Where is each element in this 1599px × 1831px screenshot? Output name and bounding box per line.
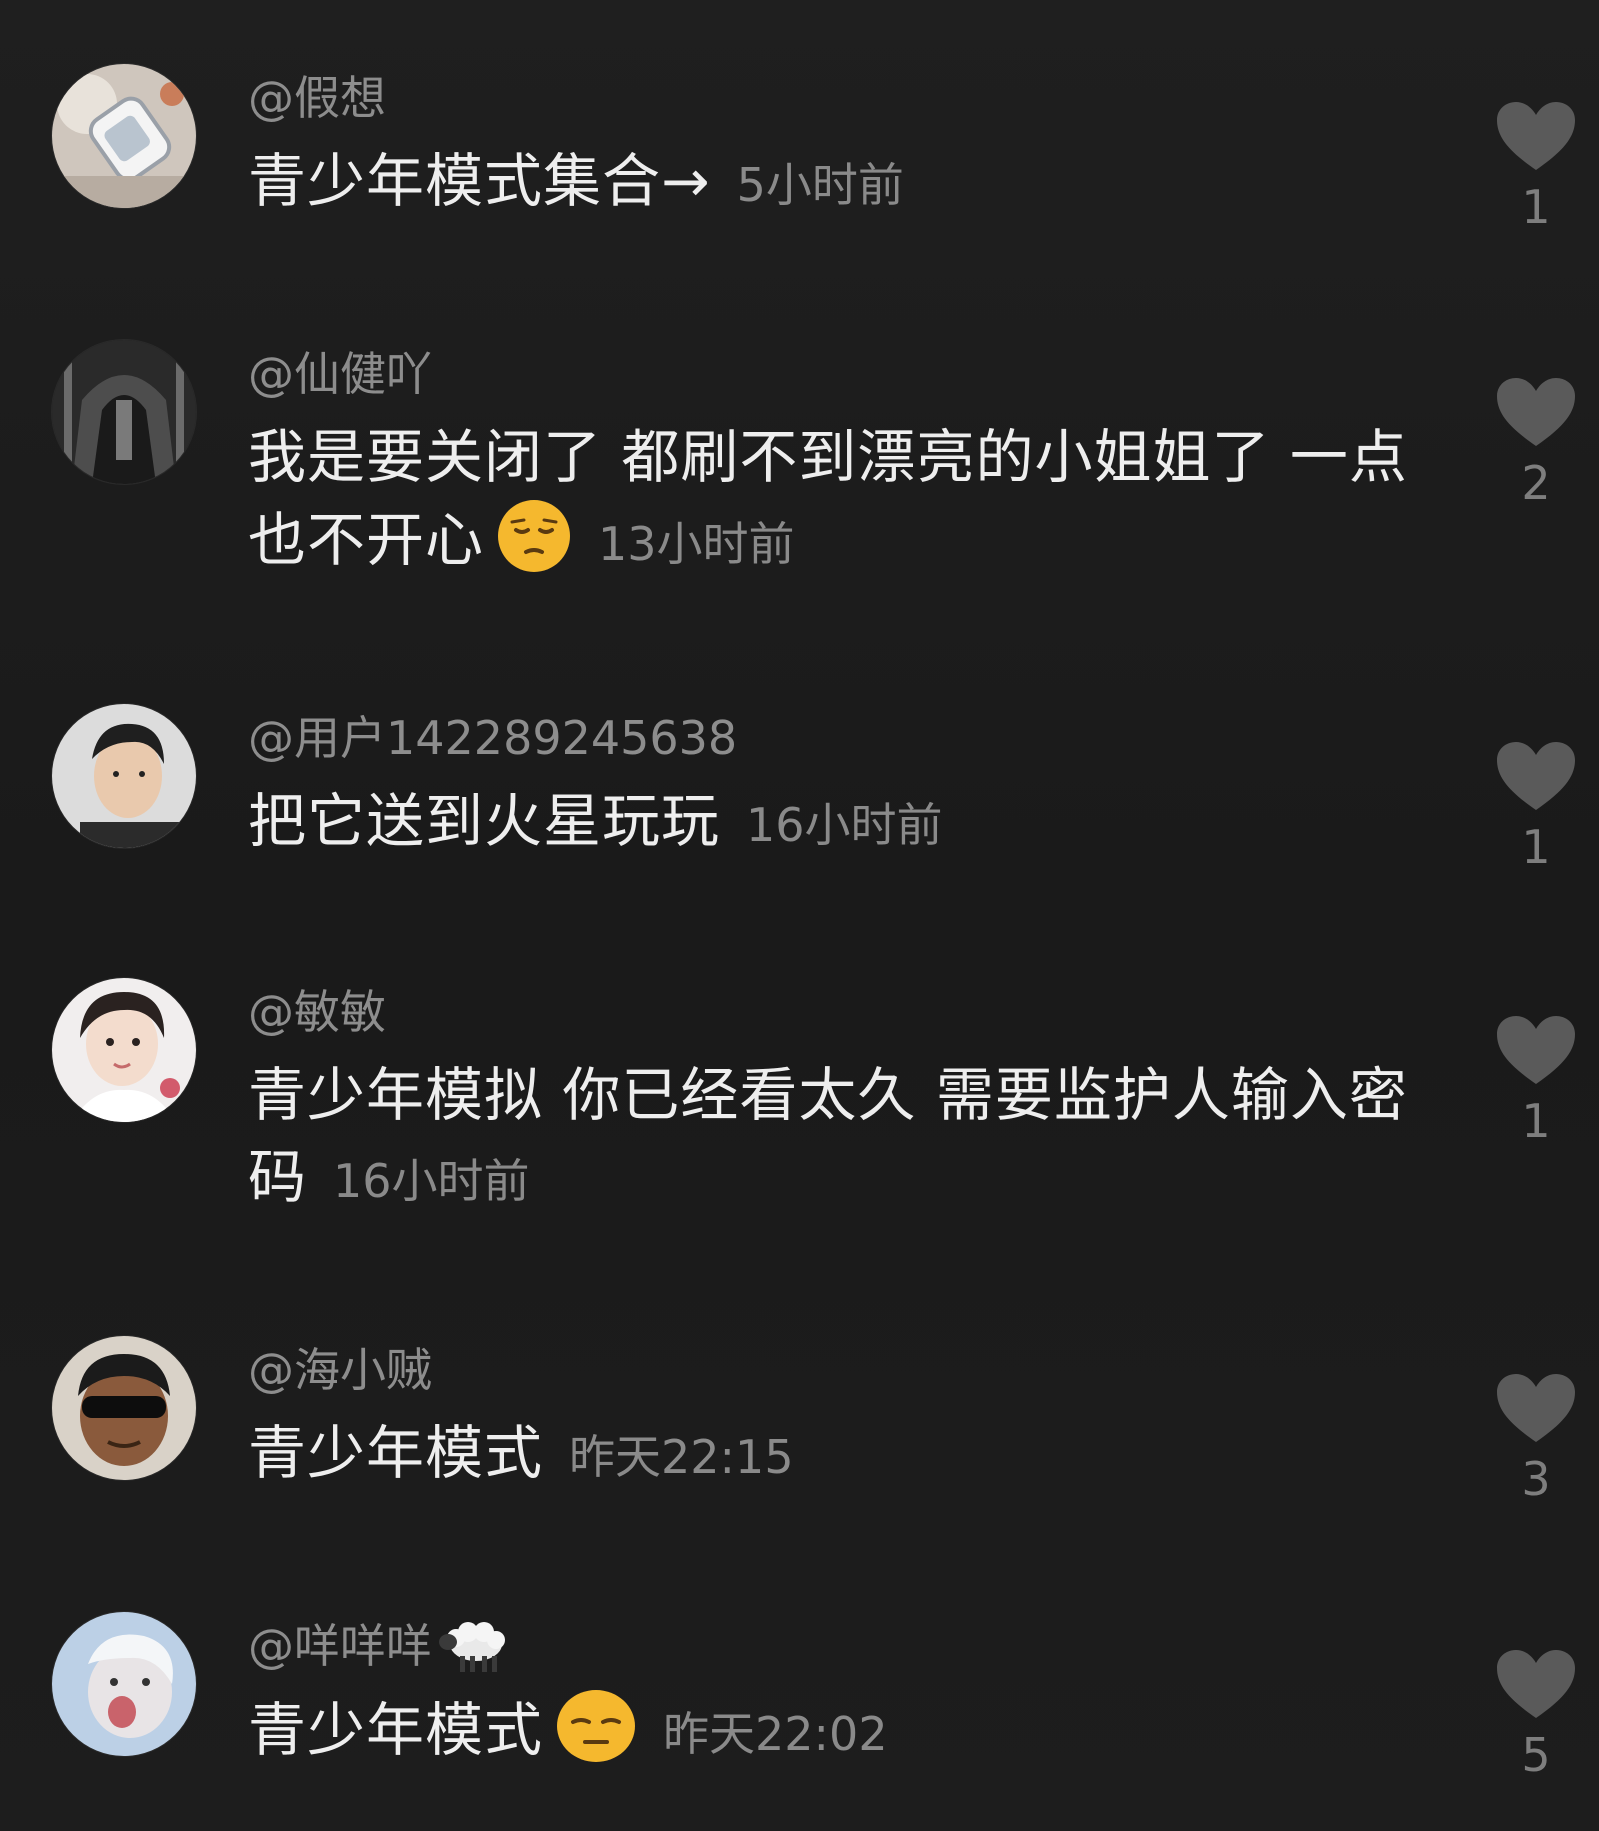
heart-icon: [1497, 1374, 1575, 1442]
heart-icon: [1497, 742, 1575, 810]
avatar-photo-icon: [52, 1612, 196, 1756]
comment-text: 青少年模拟 你已经看太久 需要监护人输入密码 16小时前: [248, 1054, 1428, 1222]
comment-time: 昨天22:02: [663, 1707, 888, 1761]
comment-list: @假想 青少年模式集合→ 5小时前 1 @仙健吖 我是要关闭了 都刷不到漂亮的小姐…: [0, 0, 1599, 1831]
user-avatar[interactable]: [52, 340, 196, 484]
heart-icon: [1497, 102, 1575, 170]
comment-body: 青少年模式集合→: [248, 147, 711, 215]
comment-time: 13小时前: [598, 517, 795, 571]
comment-username[interactable]: @敏敏: [248, 982, 386, 1042]
comment-username[interactable]: @咩咩咩: [248, 1616, 508, 1676]
sheep-icon: [439, 1622, 505, 1672]
like-button[interactable]: 1: [1488, 740, 1584, 872]
comment-username[interactable]: @仙健吖: [248, 344, 432, 404]
avatar-photo-icon: [52, 340, 196, 484]
username-text: @咩咩咩: [248, 1619, 432, 1673]
avatar-photo-icon: [52, 704, 196, 848]
comment-text: 把它送到火星玩玩 16小时前: [248, 780, 1428, 866]
user-avatar[interactable]: [52, 64, 196, 208]
avatar-photo-icon: [52, 978, 196, 1122]
comment-text: 青少年模式 昨天22:15: [248, 1412, 1428, 1498]
comment-body: 把它送到火星玩玩: [248, 787, 721, 855]
like-count: 3: [1521, 1452, 1551, 1506]
like-count: 2: [1521, 456, 1551, 510]
avatar-photo-icon: [52, 64, 196, 208]
comment-text: 我是要关闭了 都刷不到漂亮的小姐姐了 一点也不开心 13小时前: [248, 416, 1428, 585]
comment-username[interactable]: @假想: [248, 68, 386, 128]
like-count: 1: [1521, 1094, 1551, 1148]
comment-body: 青少年模式: [248, 1696, 544, 1764]
like-count: 5: [1521, 1728, 1551, 1782]
comment-time: 5小时前: [736, 158, 904, 212]
comment-username[interactable]: @用户142289245638: [248, 708, 737, 768]
heart-icon: [1497, 378, 1575, 446]
heart-icon: [1497, 1650, 1575, 1718]
like-count: 1: [1521, 820, 1551, 874]
relieved-face-emoji-icon: [557, 1690, 636, 1762]
user-avatar[interactable]: [52, 978, 196, 1122]
comment-text: 青少年模式 昨天22:02: [248, 1688, 1428, 1775]
comment-text: 青少年模式集合→ 5小时前: [248, 140, 1428, 226]
comment-username[interactable]: @海小贼: [248, 1340, 432, 1400]
comment-time: 昨天22:15: [569, 1430, 794, 1484]
like-count: 1: [1521, 180, 1551, 234]
comment-body: 我是要关闭了 都刷不到漂亮的小姐姐了 一点也不开心: [248, 423, 1408, 574]
comment-time: 16小时前: [746, 798, 943, 852]
user-avatar[interactable]: [52, 704, 196, 848]
pensive-face-emoji-icon: [498, 500, 571, 572]
like-button[interactable]: 5: [1488, 1648, 1584, 1780]
avatar-photo-icon: [52, 1336, 196, 1480]
like-button[interactable]: 1: [1488, 100, 1584, 232]
comment-body: 青少年模式: [248, 1419, 544, 1487]
like-button[interactable]: 2: [1488, 376, 1584, 508]
like-button[interactable]: 1: [1488, 1014, 1584, 1146]
user-avatar[interactable]: [52, 1336, 196, 1480]
comment-time: 16小时前: [333, 1154, 530, 1208]
heart-icon: [1497, 1016, 1575, 1084]
user-avatar[interactable]: [52, 1612, 196, 1756]
like-button[interactable]: 3: [1488, 1372, 1584, 1504]
